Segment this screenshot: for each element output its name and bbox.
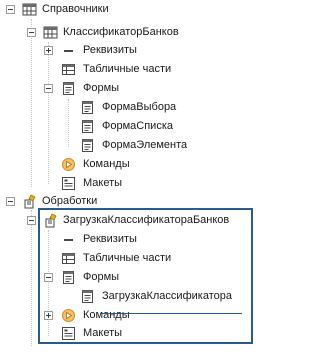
data-processor-icon [22,194,37,209]
tree-node-label: Справочники [42,3,109,15]
tree-node-attributes[interactable]: Реквизиты [0,41,260,60]
collapse-toggle[interactable] [6,197,15,206]
tree-node-commands[interactable]: Команды [0,155,260,174]
highlight-frame [38,208,253,344]
tree-node-label: КлассификаторБанков [63,26,179,38]
tree-node-form[interactable]: ФормаВыбора [0,98,260,117]
selection-underline [100,313,242,314]
tree-node-catalogs[interactable]: Справочники [0,0,260,19]
tree-node-forms[interactable]: Формы [0,79,260,98]
tree-node-templates[interactable]: Макеты [0,174,260,193]
form-icon [80,138,95,153]
tree-node-label: ФормаСписка [102,120,173,132]
attributes-icon [61,43,76,58]
forms-icon [61,81,76,96]
tree-node-label: Формы [83,82,120,94]
form-icon [80,119,95,134]
collapse-toggle[interactable] [44,84,53,93]
catalog-icon [22,2,37,17]
tree-node-label: Обработки [42,195,98,207]
expand-toggle[interactable] [44,46,53,55]
catalog-icon [43,25,58,40]
collapse-toggle[interactable] [6,5,15,14]
tree-node-tabular-sections[interactable]: Табличные части [0,60,260,79]
tree-node-bank-classifier[interactable]: КлассификаторБанков [0,23,260,42]
tree-node-label: Команды [83,158,130,170]
command-icon [61,157,76,172]
template-icon [61,176,76,191]
collapse-toggle[interactable] [27,28,36,37]
tree-node-form[interactable]: ФормаЭлемента [0,136,260,155]
tree-node-label: Макеты [83,177,123,189]
form-icon [80,100,95,115]
tree-node-label: Табличные части [83,63,172,75]
tree-node-label: Реквизиты [83,44,137,56]
tabular-section-icon [61,62,76,77]
metadata-tree: Справочники КлассификаторБанков Реквизит… [0,0,260,352]
tree-node-label: ФормаЭлемента [102,139,188,151]
tree-node-label: ФормаВыбора [102,101,177,113]
tree-node-form[interactable]: ФормаСписка [0,117,260,136]
collapse-toggle[interactable] [27,216,36,225]
